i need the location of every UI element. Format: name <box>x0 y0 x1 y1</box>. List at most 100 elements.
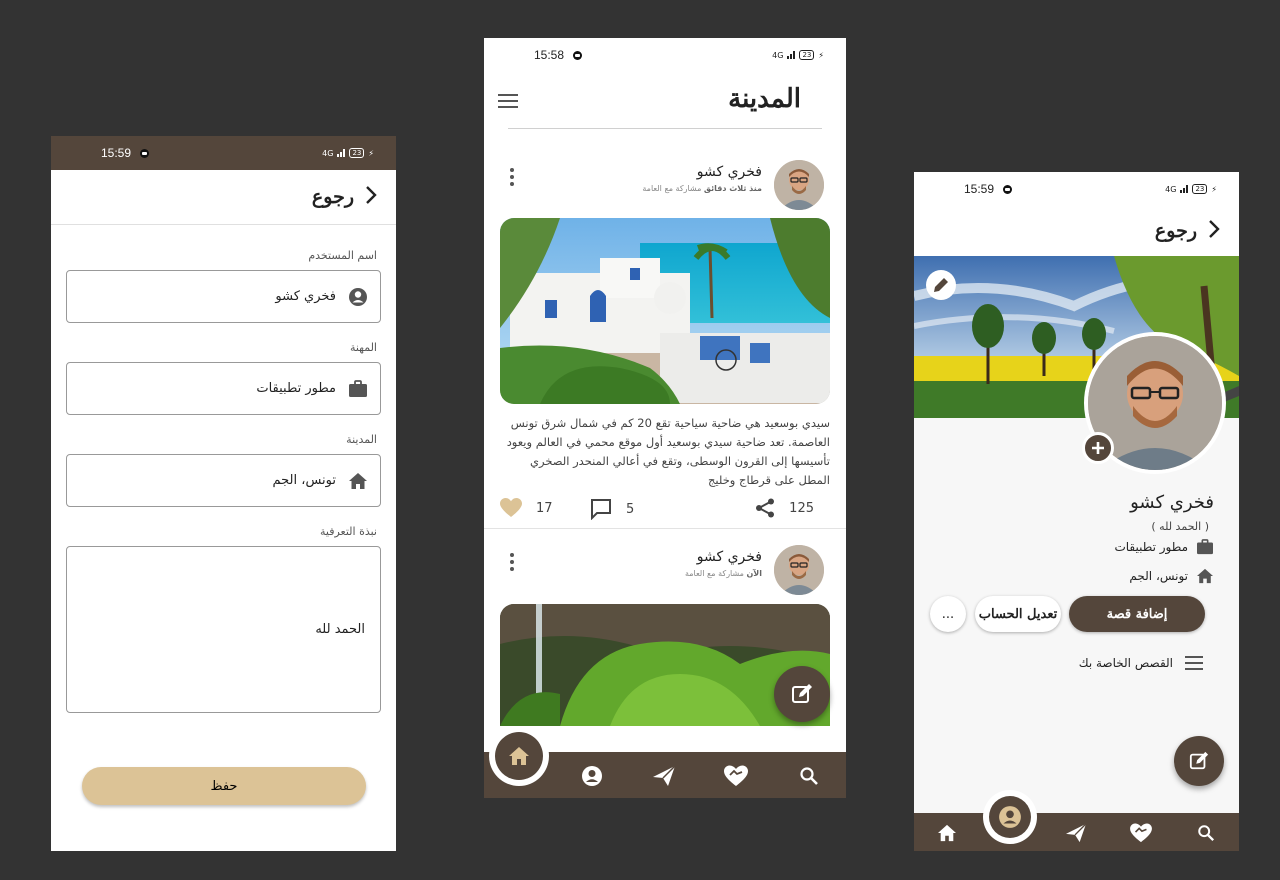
edit-note-icon <box>792 684 812 703</box>
post-meta: منذ ثلاث دقائق مشاركة مع العامة <box>642 184 762 193</box>
chevron-right-icon[interactable] <box>1207 218 1221 244</box>
list-icon <box>1185 656 1203 670</box>
messenger-icon <box>140 148 150 158</box>
more-button[interactable]: ... <box>930 596 966 632</box>
username-label: اسم المستخدم <box>308 249 377 262</box>
add-photo-button[interactable] <box>1082 432 1114 464</box>
back-label: رجوع <box>1154 220 1197 242</box>
charging-icon: ⚡ <box>368 148 374 158</box>
feed-screen: 15:58 4G 23 ⚡ المدينة فخري كشو منذ ثلاث دق… <box>484 38 846 798</box>
pencil-icon <box>934 278 948 292</box>
status-time: 15:59 <box>964 182 995 196</box>
nav-home-icon[interactable] <box>935 821 959 845</box>
status-bar: 15:58 4G 23 ⚡ <box>484 38 846 72</box>
job-label: المهنة <box>349 341 377 354</box>
nav-profile-button[interactable] <box>989 796 1031 838</box>
stories-row[interactable]: القصص الخاصة بك <box>1079 656 1203 670</box>
briefcase-icon <box>1197 539 1213 555</box>
comment-count: 5 <box>626 501 635 517</box>
nav-profile-icon[interactable] <box>580 764 604 788</box>
compose-fab[interactable] <box>1174 736 1224 786</box>
signal-icon <box>1180 185 1189 193</box>
network-label: 4G <box>1165 184 1177 194</box>
briefcase-icon <box>348 379 368 399</box>
comment-action[interactable]: 5 <box>590 498 634 520</box>
menu-icon[interactable] <box>498 94 518 108</box>
like-action[interactable]: 17 <box>500 498 553 518</box>
profile-job-row: مطور تطبيقات <box>1114 539 1214 555</box>
avatar[interactable] <box>774 545 824 595</box>
bio-label: نبذة التعرفية <box>320 525 377 538</box>
save-button[interactable]: حفظ <box>82 767 366 805</box>
nav-search-icon[interactable] <box>797 764 821 788</box>
home-icon <box>1197 568 1213 584</box>
network-label: 4G <box>322 148 334 158</box>
back-bar[interactable]: رجوع <box>914 216 1239 246</box>
edit-cover-button[interactable] <box>926 270 956 300</box>
account-circle-icon <box>348 287 368 307</box>
profile-city-row: تونس، الجم <box>1129 568 1214 584</box>
username-value: فخري كشو <box>275 289 336 304</box>
post-image[interactable] <box>500 218 830 404</box>
stories-label: القصص الخاصة بك <box>1078 656 1173 670</box>
post-divider <box>484 528 846 529</box>
more-vert-icon[interactable] <box>510 553 514 571</box>
compose-fab[interactable] <box>774 666 830 722</box>
bio-textarea[interactable]: الحمد لله <box>66 546 381 713</box>
nav-home-button[interactable] <box>495 732 543 780</box>
messenger-icon <box>573 50 583 60</box>
profile-bio: ( الحمد لله ) <box>1151 520 1209 533</box>
account-circle-icon <box>999 806 1021 828</box>
signal-icon <box>337 149 346 157</box>
edit-note-icon <box>1189 751 1209 770</box>
edit-account-button[interactable]: تعديل الحساب <box>975 596 1061 632</box>
header-divider <box>508 128 822 129</box>
post-author[interactable]: فخري كشو <box>697 164 762 180</box>
nav-send-icon[interactable] <box>1064 821 1088 845</box>
profile-screen: 15:59 4G 23 ⚡ رجوع فخري كشو (الحمد لله … <box>914 172 1239 851</box>
charging-icon: ⚡ <box>1211 184 1217 194</box>
chevron-right-icon[interactable] <box>364 184 378 210</box>
username-field[interactable]: فخري كشو <box>66 270 381 323</box>
home-icon <box>509 747 529 765</box>
back-bar[interactable]: رجوع <box>51 182 396 212</box>
edit-profile-screen: 15:59 4G 23 ⚡ رجوع اسم المستخدم فخري كشو ا… <box>51 136 396 851</box>
post-time: منذ ثلاث دقائق <box>703 184 762 193</box>
post-actions: 17 5 125 <box>500 498 814 524</box>
comment-icon[interactable] <box>590 498 612 520</box>
like-count: 17 <box>536 500 553 516</box>
post-meta: الآن مشاركة مع العامة <box>685 569 762 578</box>
add-story-button[interactable]: إضافة قصة <box>1069 596 1205 632</box>
bottom-nav <box>914 813 1239 851</box>
messenger-icon <box>1003 184 1013 194</box>
job-field[interactable]: مطور تطبيقات <box>66 362 381 415</box>
share-count: 125 <box>789 500 814 516</box>
share-icon[interactable] <box>755 498 775 518</box>
home-icon <box>348 471 368 491</box>
battery-icon: 23 <box>1192 184 1208 194</box>
city-value: تونس، الجم <box>272 473 336 488</box>
post-text: سيدي بوسعيد هي ضاحية سياحية تقع 20 كم في… <box>506 416 830 487</box>
more-vert-icon[interactable] <box>510 168 514 186</box>
status-time: 15:58 <box>534 48 565 62</box>
city-label: المدينة <box>346 433 377 446</box>
nav-volunteer-icon[interactable] <box>1129 821 1153 845</box>
network-label: 4G <box>772 50 784 60</box>
avatar[interactable] <box>774 160 824 210</box>
nav-send-icon[interactable] <box>652 764 676 788</box>
job-value: مطور تطبيقات <box>256 381 336 396</box>
post-visibility: مشاركة مع العامة <box>642 184 702 193</box>
header-divider <box>51 224 396 225</box>
post-header: فخري كشو الآن مشاركة مع العامة <box>500 545 824 597</box>
post-visibility: مشاركة مع العامة <box>684 569 744 578</box>
nav-search-icon[interactable] <box>1194 821 1218 845</box>
profile-city: تونس، الجم <box>1129 569 1188 583</box>
share-action[interactable]: 125 <box>755 498 814 518</box>
status-bar: 15:59 4G 23 ⚡ <box>914 172 1239 206</box>
status-bar: 15:59 4G 23 ⚡ <box>51 136 396 170</box>
nav-volunteer-icon[interactable] <box>724 764 748 788</box>
charging-icon: ⚡ <box>818 50 824 60</box>
city-field[interactable]: تونس، الجم <box>66 454 381 507</box>
post-author[interactable]: فخري كشو <box>697 549 762 565</box>
heart-icon[interactable] <box>500 498 522 518</box>
